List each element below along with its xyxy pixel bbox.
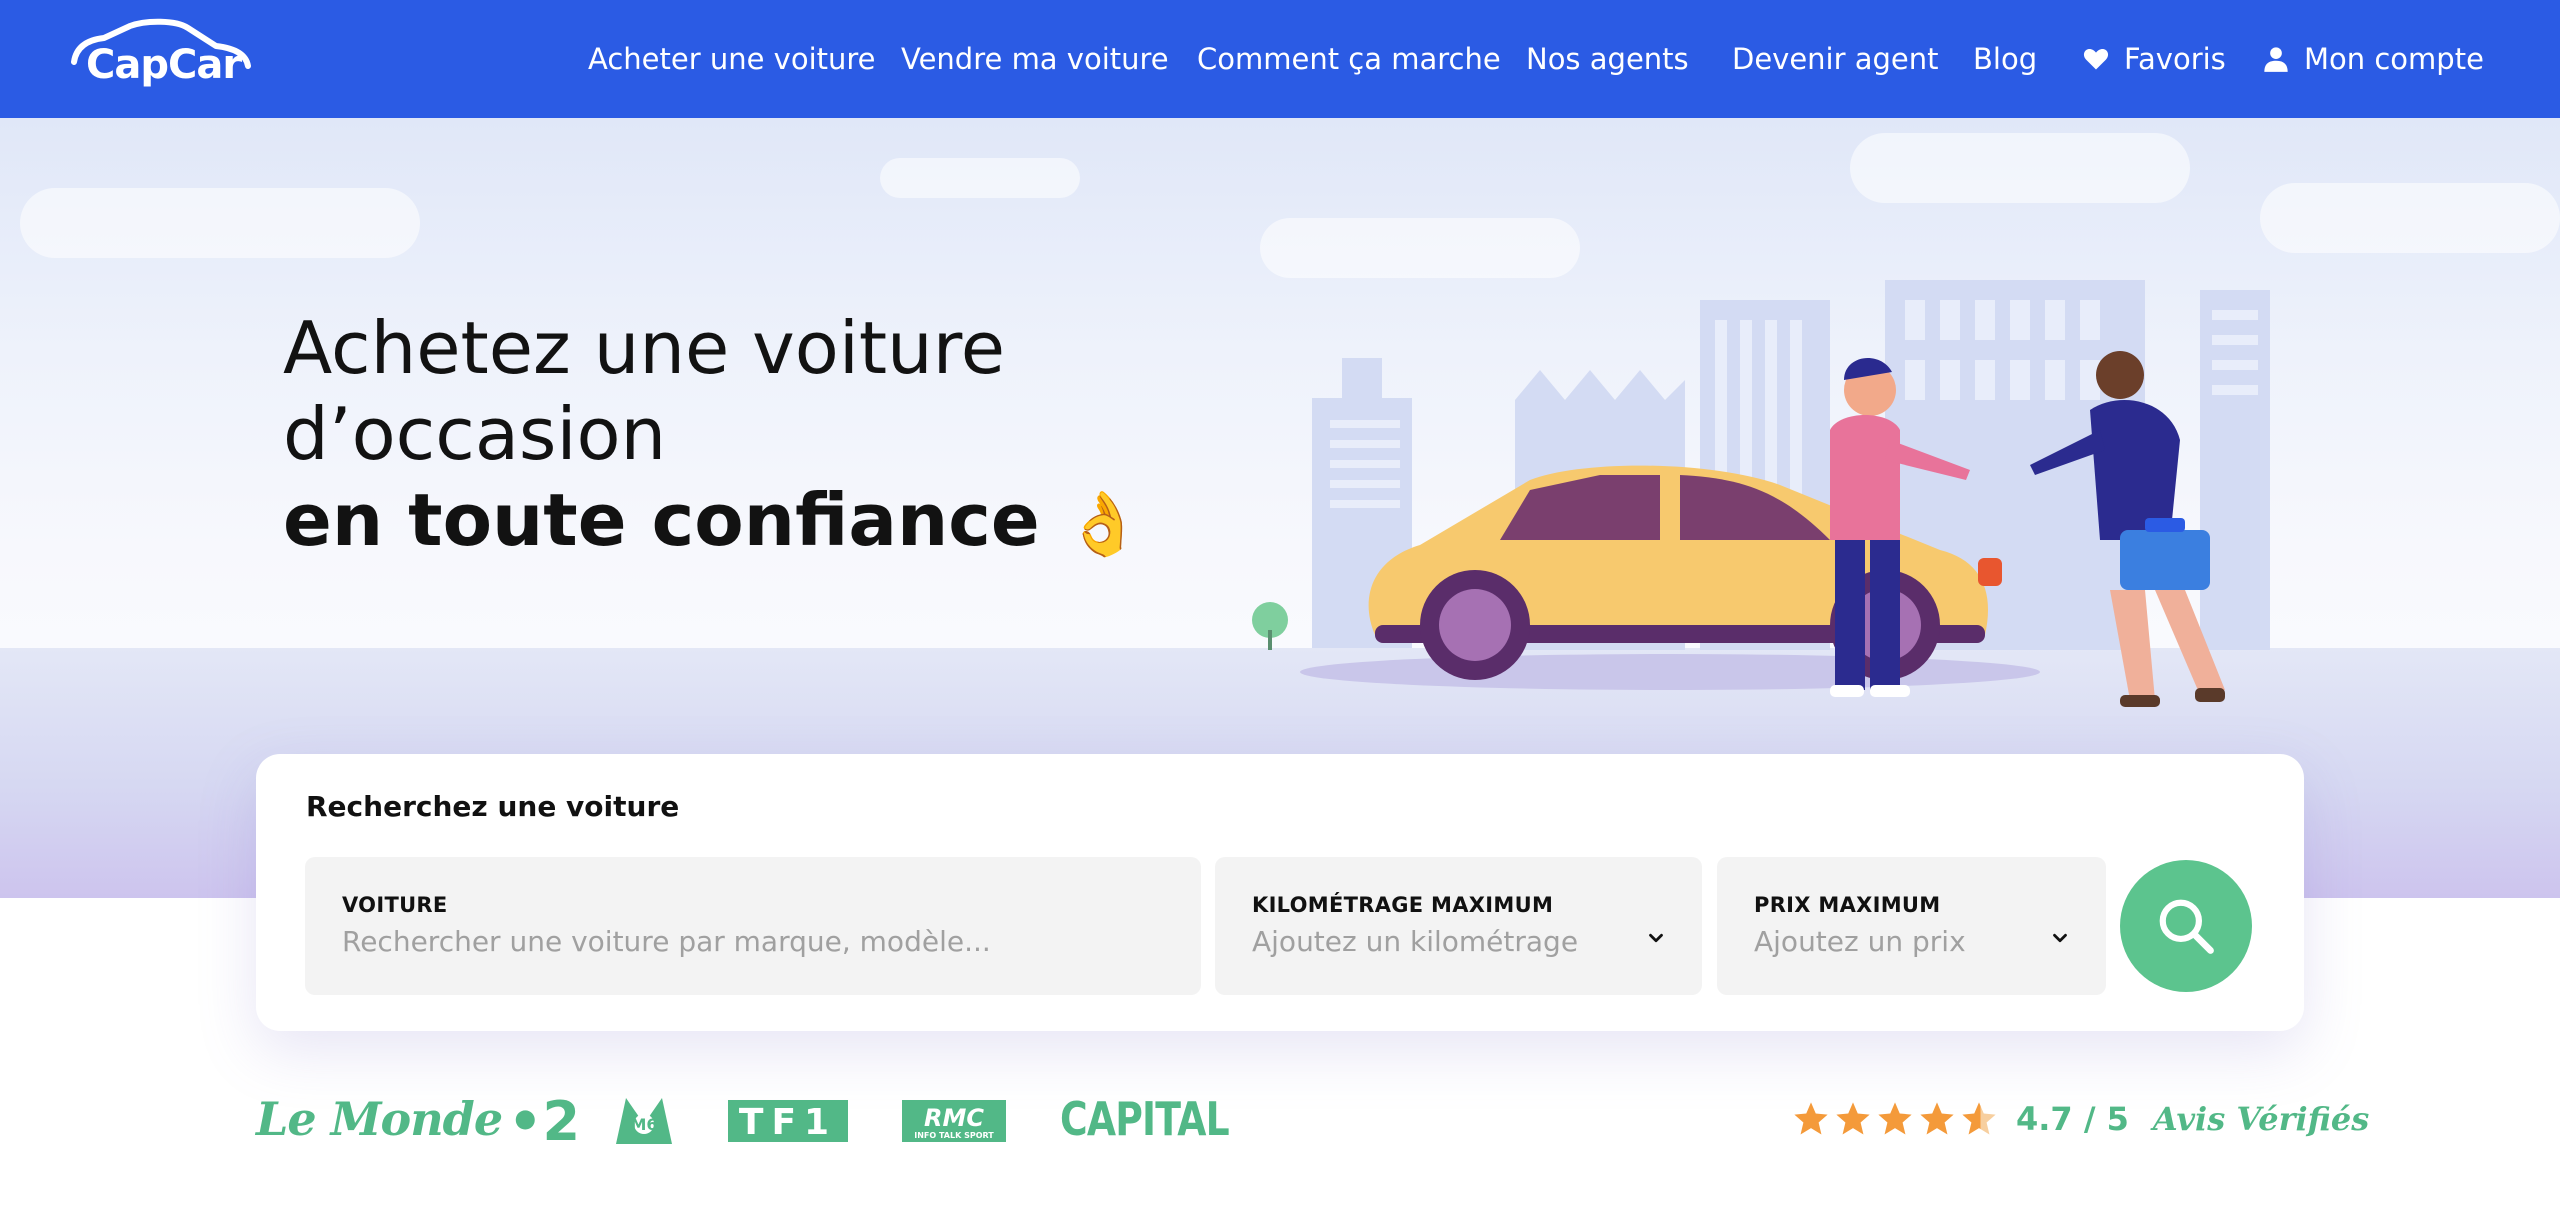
nav-acheter-label: Acheter une voiture (588, 42, 876, 76)
nav-blog[interactable]: Blog (1973, 0, 2037, 118)
nav-mon-compte-label: Mon compte (2304, 42, 2484, 76)
rating-score: 4.7 / 5 (2016, 1100, 2129, 1138)
kilometrage-input[interactable] (1252, 925, 1639, 958)
cloud-decoration (1850, 133, 2190, 203)
cloud-decoration (20, 188, 420, 258)
prix-dropdown[interactable]: PRIX MAXIMUM (1717, 857, 2106, 995)
headline-bold-text: en toute confiance (283, 478, 1040, 562)
nav-agents[interactable]: Nos agents (1526, 0, 1689, 118)
voiture-field-label: VOITURE (342, 893, 448, 917)
press-logo-france-2: •2 (508, 1090, 581, 1153)
avis-verifies-rating[interactable]: 4.7 / 5 Avis Vérifiés (1792, 1094, 2369, 1144)
star-half-icon (1962, 1102, 1996, 1135)
avis-verifies-logo: Avis Vérifiés (2152, 1100, 2370, 1138)
star-icon (1836, 1102, 1870, 1135)
nav-vendre[interactable]: Vendre ma voiture (901, 0, 1169, 118)
headline-line-2: d’occasion (283, 392, 667, 476)
headline-line-3: en toute confiance 👌 (283, 477, 1183, 567)
chevron-down-icon[interactable] (2049, 927, 2071, 949)
nav-comment[interactable]: Comment ça marche (1197, 0, 1501, 118)
search-card: Recherchez une voiture VOITURE KILOMÉTRA… (256, 754, 2304, 1031)
nav-acheter[interactable]: Acheter une voiture (588, 0, 876, 118)
press-logo-le-monde: Le Monde (256, 1092, 503, 1146)
nav-favoris[interactable]: Favoris (2082, 0, 2226, 118)
kilometrage-field-label: KILOMÉTRAGE MAXIMUM (1252, 893, 1554, 917)
star-icon (1878, 1102, 1912, 1135)
nav-agents-label: Nos agents (1526, 42, 1689, 76)
tf1-text: TF1 (739, 1102, 837, 1142)
voiture-field[interactable]: VOITURE (305, 857, 1201, 995)
nav-mon-compte[interactable]: Mon compte (2262, 0, 2484, 118)
chevron-down-icon[interactable] (1645, 927, 1667, 949)
heart-icon (2083, 48, 2109, 70)
press-logo-tf1: TF1 (728, 1100, 848, 1142)
rmc-text: RMC (924, 1104, 984, 1132)
hero-headline: Achetez une voiture d’occasion en toute … (283, 305, 1183, 567)
user-icon (2264, 47, 2288, 72)
nav-comment-label: Comment ça marche (1197, 42, 1501, 76)
logo-text[interactable]: CapCar (86, 42, 242, 88)
press-logo-capital: CAPITAL (1060, 1092, 1230, 1146)
cloud-decoration (880, 158, 1080, 198)
nav-vendre-label: Vendre ma voiture (901, 42, 1169, 76)
nav-devenir-agent-label: Devenir agent (1732, 42, 1939, 76)
voiture-search-input[interactable] (342, 925, 1138, 958)
ok-hand-emoji-icon: 👌 (1064, 487, 1143, 560)
top-navbar: CapCar Acheter une voiture Vendre ma voi… (0, 0, 2560, 118)
search-button[interactable] (2120, 860, 2252, 992)
headline-line-1: Achetez une voiture (283, 306, 1006, 390)
kilometrage-dropdown[interactable]: KILOMÉTRAGE MAXIMUM (1215, 857, 1702, 995)
m6-text: M6 (630, 1115, 657, 1134)
press-logo-m6: M6 (616, 1098, 672, 1144)
search-card-title: Recherchez une voiture (306, 790, 680, 823)
rmc-subtext: INFO TALK SPORT (914, 1131, 994, 1140)
press-logo-rmc: RMC INFO TALK SPORT (902, 1100, 1006, 1142)
nav-blog-label: Blog (1973, 42, 2038, 76)
prix-field-label: PRIX MAXIMUM (1754, 893, 1941, 917)
nav-favoris-label: Favoris (2124, 42, 2226, 76)
prix-input[interactable] (1754, 925, 2043, 958)
star-icon (1794, 1102, 1828, 1135)
nav-devenir-agent[interactable]: Devenir agent (1732, 0, 1939, 118)
hero-illustration-car-handover (1252, 280, 2270, 707)
search-icon (2159, 899, 2214, 954)
star-icon (1920, 1102, 1954, 1135)
